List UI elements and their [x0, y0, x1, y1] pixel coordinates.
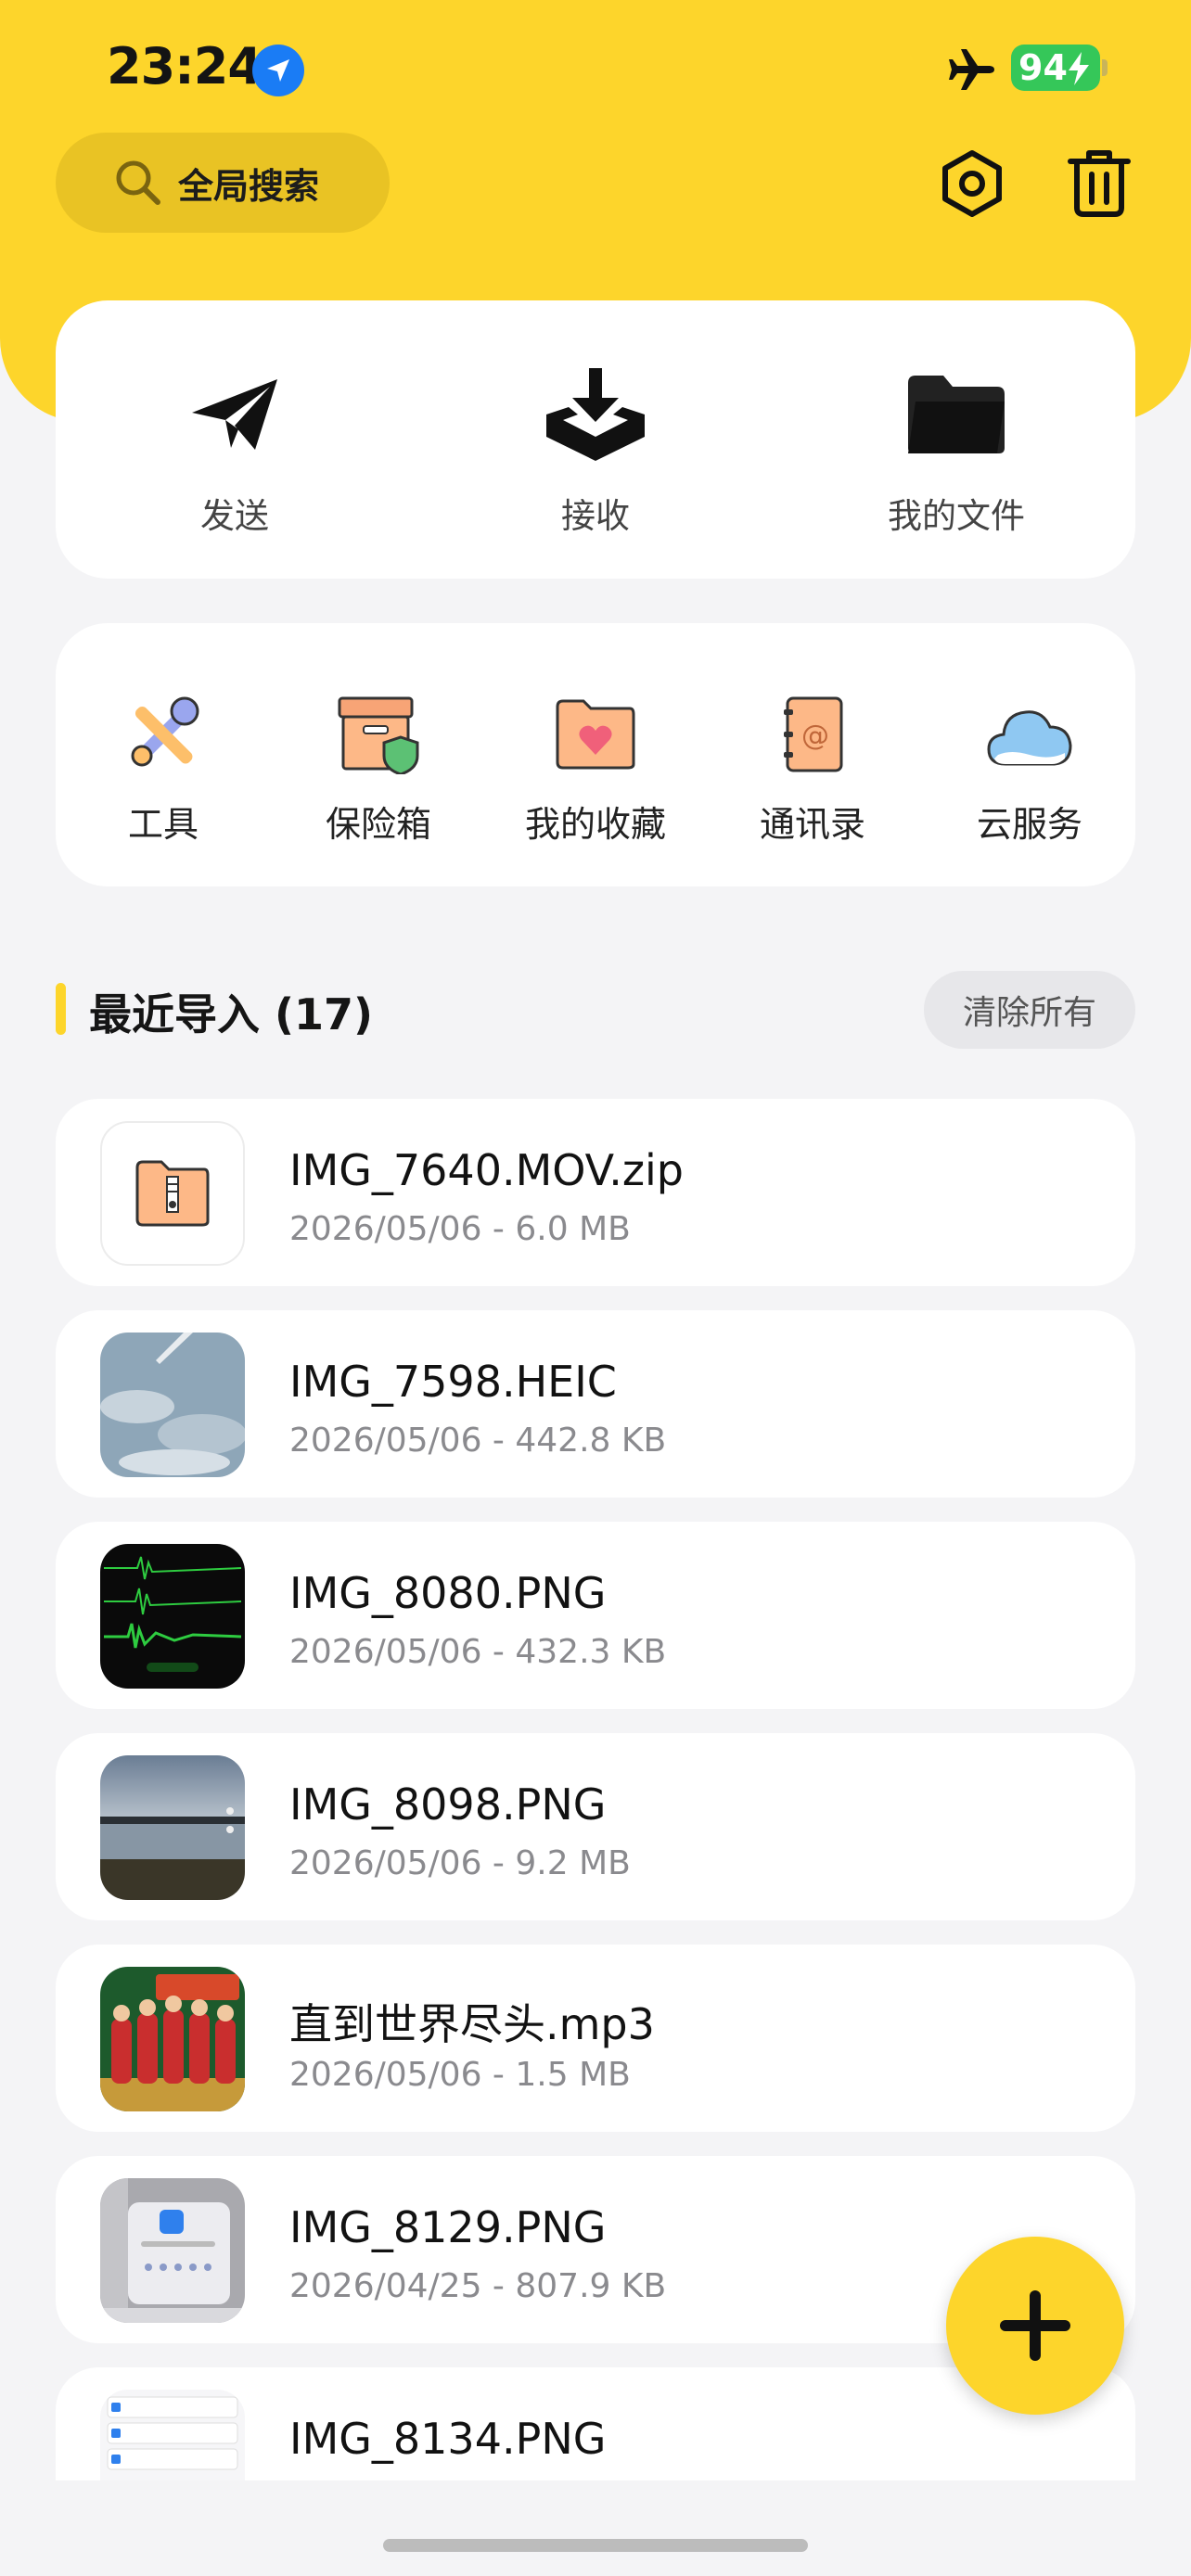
- file-meta: 2026/05/06 - 432.3 KB: [289, 1633, 667, 1671]
- lake-photo-thumbnail: [100, 1755, 245, 1900]
- file-row[interactable]: 直到世界尽头.mp3 2026/05/06 - 1.5 MB: [56, 1945, 1135, 2132]
- sky-photo-thumbnail: [100, 1333, 245, 1477]
- receive-label: 接收: [561, 496, 630, 536]
- charging-bolt-icon: [1069, 52, 1089, 85]
- contacts-book-icon: @: [784, 696, 843, 772]
- clear-all-button[interactable]: 清除所有: [924, 971, 1135, 1049]
- home-indicator: [383, 2539, 808, 2552]
- file-name: IMG_8129.PNG: [289, 2202, 607, 2252]
- trash-button[interactable]: [1067, 148, 1132, 219]
- file-name: IMG_8134.PNG: [289, 2414, 607, 2464]
- dialog-screenshot-thumbnail: [100, 2178, 245, 2323]
- favorites-button[interactable]: 我的收藏: [503, 623, 688, 886]
- search-icon: [116, 160, 160, 205]
- file-meta: 2026/05/06 - 6.0 MB: [289, 1210, 631, 1248]
- send-label: 发送: [200, 496, 269, 536]
- file-row[interactable]: IMG_8080.PNG 2026/05/06 - 432.3 KB: [56, 1522, 1135, 1709]
- file-thumbnail: [100, 1333, 245, 1477]
- file-name: IMG_8098.PNG: [289, 1779, 607, 1830]
- file-meta: 2026/04/25 - 807.9 KB: [289, 2267, 667, 2305]
- recent-imports-title: 最近导入 (17): [89, 989, 374, 1039]
- file-thumbnail: [100, 1967, 245, 2111]
- battery-tip: [1102, 59, 1108, 76]
- waveform-screenshot-thumbnail: [100, 1544, 245, 1689]
- add-button[interactable]: [946, 2237, 1124, 2415]
- my-files-button[interactable]: 我的文件: [817, 300, 1095, 579]
- cloud-service-label: 云服务: [976, 804, 1082, 845]
- tools-icon: [131, 696, 199, 767]
- file-thumbnail: [100, 2178, 245, 2323]
- safe-box-icon: [338, 696, 419, 774]
- trash-icon: [1068, 150, 1131, 217]
- settings-button[interactable]: [937, 148, 1007, 219]
- album-cover-thumbnail: [100, 1967, 245, 2111]
- file-meta: 2026/05/06 - 1.5 MB: [289, 2056, 631, 2094]
- file-meta: 2026/05/06 - 9.2 MB: [289, 1844, 631, 1882]
- file-thumbnail: [100, 2390, 245, 2480]
- status-time: 23:24: [107, 37, 263, 96]
- cloud-service-button[interactable]: 云服务: [937, 623, 1122, 886]
- favorites-label: 我的收藏: [524, 804, 666, 845]
- tools-card: 工具 保险箱 我的收藏 @ 通讯录 云服务: [56, 623, 1135, 886]
- file-name: 直到世界尽头.mp3: [289, 1999, 655, 2049]
- receive-button[interactable]: 接收: [456, 300, 735, 579]
- tools-label: 工具: [127, 804, 198, 845]
- file-row[interactable]: IMG_7598.HEIC 2026/05/06 - 442.8 KB: [56, 1310, 1135, 1498]
- list-screenshot-thumbnail: [100, 2390, 245, 2480]
- cloud-icon: [987, 710, 1072, 766]
- svg-text:@: @: [801, 720, 829, 752]
- download-tray-icon: [546, 368, 645, 461]
- plus-icon: [1000, 2290, 1070, 2361]
- battery-level: 94: [1018, 47, 1068, 88]
- zip-folder-icon: [135, 1160, 210, 1227]
- contacts-button[interactable]: @ 通讯录: [720, 623, 905, 886]
- file-row[interactable]: IMG_7640.MOV.zip 2026/05/06 - 6.0 MB: [56, 1099, 1135, 1286]
- favorite-folder-icon: [556, 699, 635, 770]
- file-thumbnail: [100, 1544, 245, 1689]
- hexagon-settings-icon: [942, 150, 1002, 217]
- file-meta: 2026/05/06 - 442.8 KB: [289, 1422, 667, 1460]
- contacts-label: 通讯录: [759, 804, 865, 845]
- airplane-mode-icon: [949, 49, 994, 90]
- global-search-button[interactable]: 全局搜索: [56, 133, 390, 233]
- safe-box-label: 保险箱: [325, 804, 431, 845]
- file-name: IMG_7598.HEIC: [289, 1357, 617, 1407]
- status-bar: 23:24 94: [0, 0, 1191, 139]
- file-name: IMG_8080.PNG: [289, 1568, 607, 1618]
- file-row[interactable]: IMG_8098.PNG 2026/05/06 - 9.2 MB: [56, 1733, 1135, 1920]
- folder-icon: [908, 376, 1005, 453]
- safe-box-button[interactable]: 保险箱: [286, 623, 471, 886]
- global-search-label: 全局搜索: [178, 165, 320, 207]
- file-name: IMG_7640.MOV.zip: [289, 1145, 684, 1195]
- send-button[interactable]: 发送: [96, 300, 374, 579]
- file-thumbnail: [100, 1121, 245, 1266]
- tools-button[interactable]: 工具: [70, 623, 256, 886]
- my-files-label: 我的文件: [888, 496, 1025, 536]
- paper-plane-icon: [192, 379, 277, 450]
- main-actions-card: 发送 接收 我的文件: [56, 300, 1135, 579]
- section-accent-bar: [56, 983, 66, 1035]
- location-arrow-icon: [252, 45, 304, 96]
- file-thumbnail: [100, 1755, 245, 1900]
